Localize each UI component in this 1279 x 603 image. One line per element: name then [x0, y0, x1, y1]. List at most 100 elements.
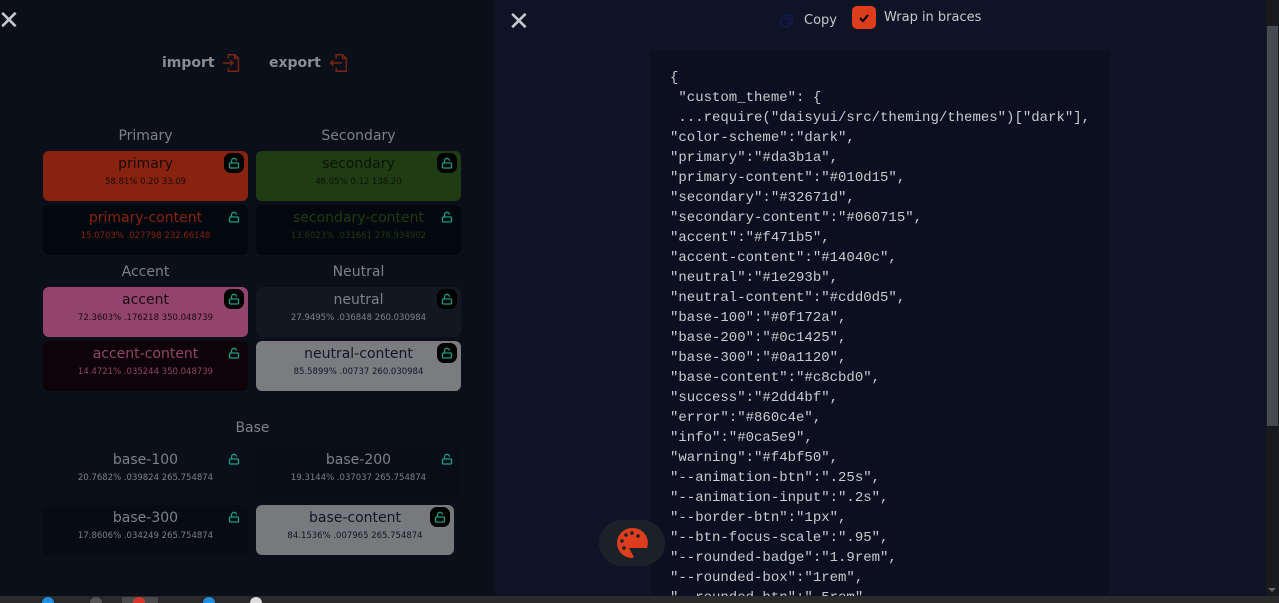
code-line: "--border-btn":"1px", — [670, 510, 847, 526]
code-line: "neutral-content":"#cdd0d5", — [670, 290, 906, 306]
lock-toggle-button[interactable] — [430, 507, 450, 527]
taskbar-app-icon[interactable] — [250, 597, 262, 603]
color-name: base-300 — [112, 510, 179, 526]
section-title-accent: Accent — [121, 264, 170, 280]
checkmark-icon — [859, 13, 869, 22]
code-line: "base-300":"#0a1120", — [670, 350, 847, 366]
code-line: "--rounded-badge":"1.9rem", — [670, 550, 897, 566]
color-card-neutral[interactable]: neutral 27.9495% .036848 260.030984 — [256, 287, 461, 337]
color-card-base-300[interactable]: base-300 17.8606% .034249 265.754874 — [43, 505, 248, 555]
import-label: import — [162, 55, 215, 71]
code-line: "error":"#860c4e", — [670, 410, 822, 426]
code-line: "secondary":"#32671d", — [670, 190, 855, 206]
code-line: "success":"#2dd4bf", — [670, 390, 839, 406]
color-oklch-values: 13.6023% .031661 276.934902 — [290, 231, 427, 241]
color-name: base-100 — [112, 452, 179, 468]
code-line: "secondary-content":"#060715", — [670, 210, 923, 226]
color-card-base-200[interactable]: base-200 19.3144% .037037 265.754874 — [256, 447, 461, 497]
color-card-base-100[interactable]: base-100 20.7682% .039824 265.754874 — [43, 447, 248, 497]
code-line: "primary-content":"#010d15", — [670, 170, 906, 186]
vertical-scrollbar[interactable] — [1266, 0, 1279, 596]
color-card-neutral-content[interactable]: neutral-content 85.5899% .00737 260.03098… — [256, 341, 461, 391]
color-oklch-values: 20.7682% .039824 265.754874 — [77, 473, 214, 483]
color-oklch-values: 85.5899% .00737 260.030984 — [293, 367, 424, 377]
code-toolbar: Copy Wrap in braces — [780, 6, 981, 29]
import-button[interactable]: import — [162, 52, 243, 74]
color-card-primary-content[interactable]: primary-content 15.0703% .027798 232.6614… — [43, 205, 248, 255]
code-line: "--btn-focus-scale":".95", — [670, 530, 889, 546]
section-title-primary: Primary — [118, 128, 173, 144]
taskbar-app-icon[interactable] — [203, 597, 215, 603]
code-line: "warning":"#f4bf50", — [670, 450, 839, 466]
color-name: primary-content — [88, 210, 203, 226]
code-line: "neutral":"#1e293b", — [670, 270, 839, 286]
wrap-in-braces-checkbox[interactable] — [851, 6, 876, 29]
code-line: "custom_theme": { — [670, 90, 822, 106]
unlock-icon — [228, 211, 240, 223]
lock-toggle-button[interactable] — [224, 289, 244, 309]
lock-toggle-button[interactable] — [437, 207, 457, 227]
theme-code-text: { "custom_theme": { ...require("daisyui/… — [670, 68, 1090, 596]
code-line: "--animation-input":".2s", — [670, 490, 889, 506]
color-oklch-values: 58.81% 0.20 33.09 — [104, 177, 187, 187]
color-card-primary[interactable]: primary 58.81% 0.20 33.09 — [43, 151, 248, 201]
color-name: neutral — [333, 292, 384, 308]
taskbar-app-icon[interactable] — [133, 597, 145, 603]
theme-code-block: { "custom_theme": { ...require("daisyui/… — [651, 50, 1109, 596]
unlock-icon — [441, 293, 453, 305]
color-oklch-values: 15.0703% .027798 232.66148 — [80, 231, 211, 241]
unlock-icon — [441, 211, 453, 223]
close-icon[interactable]: ✕ — [0, 8, 20, 34]
code-line: "--rounded-btn":".5rem", — [670, 588, 1090, 596]
color-oklch-values: 72.3603% .176218 350.048739 — [77, 313, 214, 323]
color-card-accent[interactable]: accent 72.3603% .176218 350.048739 — [43, 287, 248, 337]
color-oklch-values: 14.4721% .035244 350.048739 — [77, 367, 214, 377]
palette-icon — [617, 527, 648, 558]
copy-icon — [780, 13, 793, 28]
theme-palette-button[interactable] — [599, 520, 665, 566]
color-card-secondary-content[interactable]: secondary-content 13.6023% .031661 276.93… — [256, 205, 461, 255]
color-name: accent — [122, 292, 169, 308]
lock-toggle-button[interactable] — [224, 449, 244, 469]
scrollbar-thumb[interactable] — [1267, 26, 1278, 426]
lock-toggle-button[interactable] — [437, 153, 457, 173]
code-line: "primary":"#da3b1a", — [670, 150, 839, 166]
lock-toggle-button[interactable] — [437, 343, 457, 363]
taskbar-app-icon[interactable] — [42, 597, 54, 603]
scroll-down-arrow-icon[interactable] — [1268, 588, 1276, 592]
code-line: "base-100":"#0f172a", — [670, 310, 847, 326]
unlock-icon — [228, 157, 240, 169]
code-line: "color-scheme":"dark", — [670, 130, 855, 146]
lock-toggle-button[interactable] — [224, 343, 244, 363]
close-icon[interactable]: ✕ — [508, 9, 530, 35]
color-card-base-content[interactable]: base-content 84.1536% .007965 265.754874 — [256, 505, 454, 555]
section-title-neutral: Neutral — [332, 264, 385, 280]
wrap-in-braces-label: Wrap in braces — [883, 10, 982, 25]
lock-toggle-button[interactable] — [437, 289, 457, 309]
color-card-accent-content[interactable]: accent-content 14.4721% .035244 350.04873… — [43, 341, 248, 391]
lock-toggle-button[interactable] — [224, 207, 244, 227]
taskbar — [0, 596, 1279, 603]
export-button[interactable]: export — [269, 52, 349, 74]
unlock-icon — [228, 347, 240, 359]
code-line: "--rounded-box":"1rem", — [670, 570, 864, 586]
lock-toggle-button[interactable] — [224, 153, 244, 173]
color-name: secondary-content — [293, 210, 424, 226]
section-title-secondary: Secondary — [321, 128, 396, 144]
color-oklch-values: 17.8606% .034249 265.754874 — [77, 531, 214, 541]
code-line: "accent-content":"#14040c", — [670, 250, 897, 266]
copy-button[interactable]: Copy — [780, 13, 837, 28]
code-line: "base-content":"#c8cbd0", — [670, 370, 881, 386]
section-title-base: Base — [235, 420, 270, 436]
unlock-icon — [228, 453, 240, 465]
color-card-secondary[interactable]: secondary 46.05% 0.12 138.20 — [256, 151, 461, 201]
color-oklch-values: 19.3144% .037037 265.754874 — [290, 473, 427, 483]
file-export-icon — [329, 54, 347, 72]
taskbar-app-icon[interactable] — [90, 597, 102, 603]
lock-toggle-button[interactable] — [437, 449, 457, 469]
code-line: "--animation-btn":".25s", — [670, 470, 881, 486]
code-line: { — [670, 70, 679, 86]
code-line: "info":"#0ca5e9", — [670, 430, 813, 446]
code-line: ...require("daisyui/src/theming/themes")… — [670, 110, 1091, 126]
lock-toggle-button[interactable] — [224, 507, 244, 527]
